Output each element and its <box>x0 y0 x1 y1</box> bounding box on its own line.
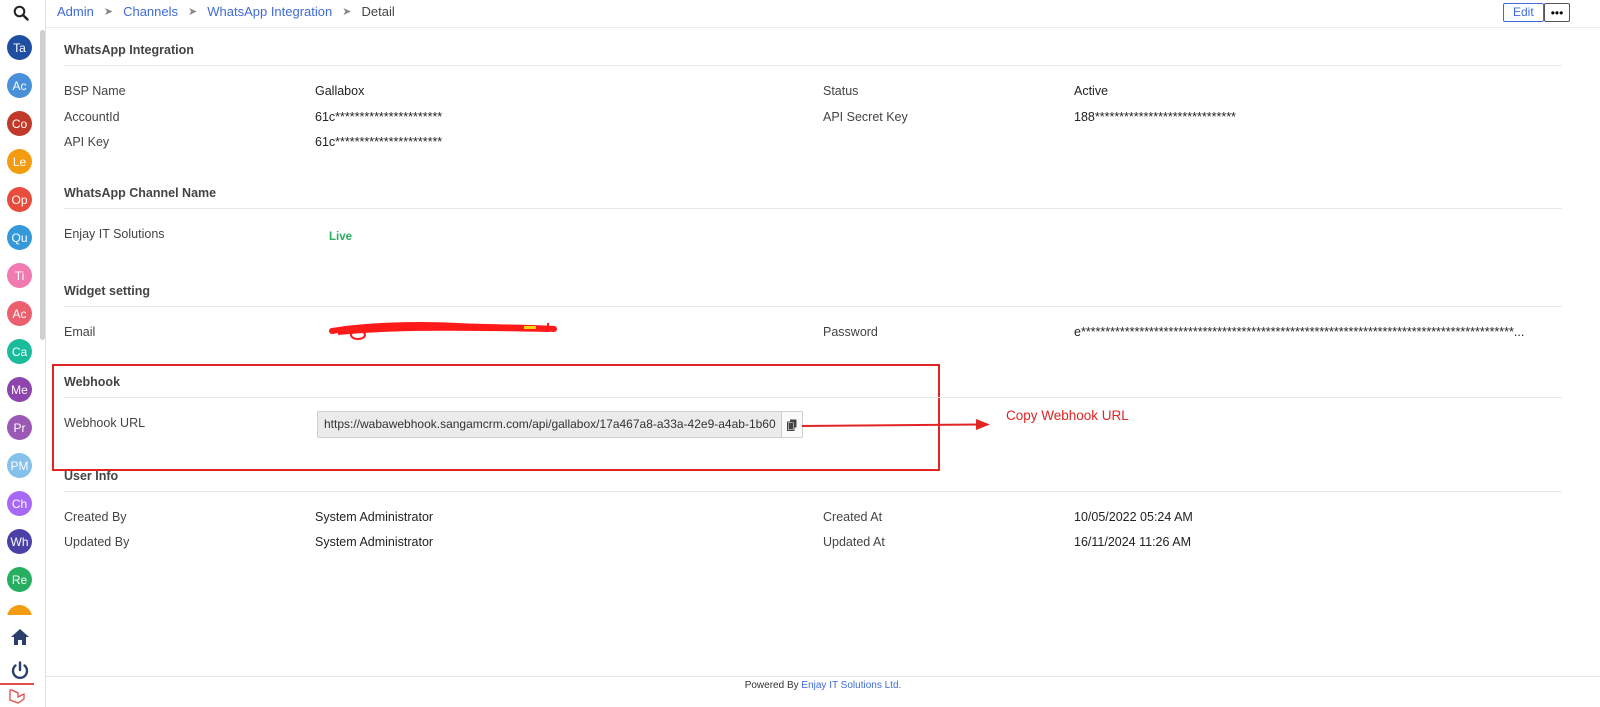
section-title-user-info: User Info <box>64 469 119 483</box>
created-at-value: 10/05/2022 05:24 AM <box>1074 510 1193 524</box>
webhook-url-field[interactable]: https://wabawebhook.sangamcrm.com/api/ga… <box>317 411 781 438</box>
sidebar-module-avatar[interactable]: Ta <box>7 35 32 60</box>
api-secret-key-value: 188***************************** <box>1074 110 1236 124</box>
section-divider <box>64 397 1562 398</box>
section-divider <box>64 491 1562 492</box>
bsp-name-label: BSP Name <box>64 84 126 98</box>
updated-at-value: 16/11/2024 11:26 AM <box>1074 535 1191 549</box>
sidebar-scrollbar[interactable] <box>40 30 45 340</box>
section-title-integration: WhatsApp Integration <box>64 43 194 57</box>
sidebar-module-avatar[interactable]: Ac <box>7 73 32 98</box>
section-divider <box>64 306 1562 307</box>
password-label: Password <box>823 325 878 339</box>
sidebar-module-avatar[interactable]: Re <box>7 567 32 592</box>
status-value: Active <box>1074 84 1109 98</box>
copy-icon[interactable] <box>781 411 803 438</box>
sidebar-module-avatar[interactable]: Ac <box>7 301 32 326</box>
search-icon[interactable] <box>10 2 32 24</box>
power-icon[interactable] <box>9 660 33 684</box>
copy-webhook-annotation: Copy Webhook URL <box>1006 408 1129 423</box>
breadcrumb-separator-icon: ➤ <box>103 6 114 18</box>
account-id-label: AccountId <box>64 110 120 124</box>
breadcrumb: Admin ➤ Channels ➤ WhatsApp Integration … <box>57 4 395 19</box>
footer-company-link[interactable]: Enjay IT Solutions Ltd. <box>801 680 901 691</box>
status-label: Status <box>823 84 859 98</box>
password-value: e***************************************… <box>1074 325 1525 339</box>
updated-by-label: Updated By <box>64 535 130 549</box>
sidebar-module-avatar[interactable]: Pr <box>7 415 32 440</box>
section-title-webhook: Webhook <box>64 375 121 389</box>
created-by-value: System Administrator <box>315 510 434 524</box>
redaction-scribble <box>329 322 557 340</box>
framework-logo-icon <box>0 683 34 707</box>
footer: Powered By Enjay IT Solutions Ltd. <box>46 676 1600 707</box>
breadcrumb-whatsapp-integration[interactable]: WhatsApp Integration <box>207 4 332 19</box>
annotation-arrow <box>802 419 990 430</box>
breadcrumb-admin[interactable]: Admin <box>57 4 94 19</box>
sidebar-module-avatar[interactable]: Co <box>7 111 32 136</box>
channel-status-badge: Live <box>329 231 353 243</box>
email-label: Email <box>64 325 96 339</box>
sidebar-module-avatar[interactable]: Ti <box>7 263 32 288</box>
sidebar: Ta Ac Co Le Op Qu Ti Ac Ca Me Pr PM Ch Wh Re <box>0 0 46 707</box>
updated-at-label: Updated At <box>823 535 885 549</box>
edit-button[interactable]: Edit <box>1503 3 1544 22</box>
top-bar: Admin ➤ Channels ➤ WhatsApp Integration … <box>46 0 1600 28</box>
breadcrumb-separator-icon: ➤ <box>342 6 352 18</box>
bsp-name-value: Gallabox <box>315 84 365 98</box>
account-id-value: 61c********************** <box>315 110 443 124</box>
api-secret-key-label: API Secret Key <box>823 110 908 124</box>
api-key-value: 61c********************** <box>315 135 443 149</box>
section-title-channel: WhatsApp Channel Name <box>64 186 217 200</box>
updated-by-value: System Administrator <box>315 535 434 549</box>
sidebar-module-avatar[interactable]: Ch <box>7 491 32 516</box>
breadcrumb-separator-icon: ➤ <box>188 6 198 18</box>
module-list: Ta Ac Co Le Op Qu Ti Ac Ca Me Pr PM Ch Wh Re <box>7 35 33 615</box>
sidebar-module-avatar[interactable]: Wh <box>7 529 32 554</box>
channel-name: Enjay IT Solutions <box>64 227 165 241</box>
created-by-label: Created By <box>64 510 127 524</box>
webhook-url-label: Webhook URL <box>64 416 146 430</box>
breadcrumb-current: Detail <box>361 4 395 19</box>
sidebar-module-avatar[interactable]: Qu <box>7 225 32 250</box>
footer-prefix: Powered By <box>744 680 799 691</box>
sidebar-module-avatar[interactable] <box>7 605 32 615</box>
section-title-widget: Widget setting <box>64 284 150 298</box>
section-divider <box>64 208 1562 209</box>
sidebar-module-avatar[interactable]: Le <box>7 149 32 174</box>
detail-view: WhatsApp Integration BSP Name Gallabox S… <box>46 28 1600 707</box>
sidebar-module-avatar[interactable]: Me <box>7 377 32 402</box>
api-key-label: API Key <box>64 135 110 149</box>
home-icon[interactable] <box>9 627 33 649</box>
breadcrumb-channels[interactable]: Channels <box>123 4 178 19</box>
sidebar-module-avatar[interactable]: PM <box>7 453 32 478</box>
more-options-button[interactable]: ••• <box>1544 3 1570 22</box>
created-at-label: Created At <box>823 510 883 524</box>
sidebar-module-avatar[interactable]: Op <box>7 187 32 212</box>
sidebar-module-avatar[interactable]: Ca <box>7 339 32 364</box>
section-divider <box>64 65 1562 66</box>
